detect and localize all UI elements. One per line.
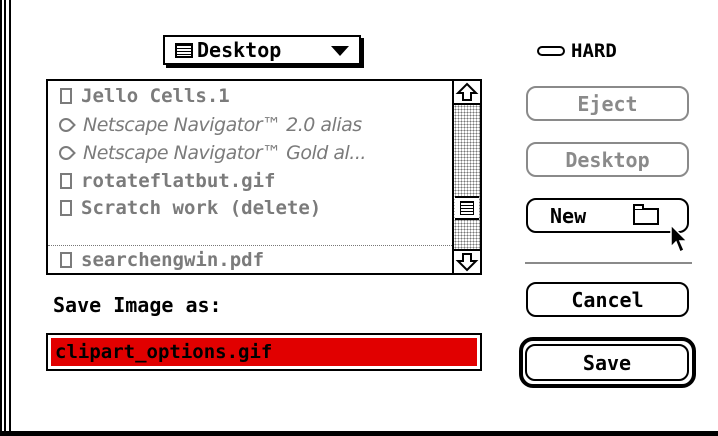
document-icon: [60, 252, 72, 268]
list-item[interactable]: Netscape Navigator™ 2.0 alias: [48, 112, 452, 138]
new-folder-label: New: [550, 203, 587, 228]
list-dotted-separator: [48, 245, 452, 246]
hard-disk-icon: [537, 46, 565, 56]
window-border: [0, 0, 14, 436]
save-as-label: Save Image as:: [53, 293, 222, 317]
window-bottom-border: [0, 431, 718, 436]
folder-icon: [633, 204, 659, 225]
list-item[interactable]: Netscape Navigator™ Gold al...: [48, 140, 452, 166]
list-item-name: Jello Cells.1: [81, 85, 230, 107]
list-item-name: searchengwin.pdf: [81, 249, 265, 271]
desktop-button[interactable]: Desktop: [526, 142, 689, 177]
application-alias-icon: [56, 115, 76, 135]
new-folder-button[interactable]: New: [526, 198, 689, 233]
file-list[interactable]: Jello Cells.1 Netscape Navigator™ 2.0 al…: [46, 79, 482, 275]
document-icon: [60, 88, 72, 104]
button-divider: [525, 262, 692, 264]
list-item-name: rotateflatbut.gif: [81, 170, 276, 192]
document-icon: [60, 200, 72, 216]
drive-name: HARD: [571, 40, 617, 62]
scroll-down-arrow-icon[interactable]: [454, 249, 480, 273]
save-button[interactable]: Save: [525, 344, 689, 381]
filename-field[interactable]: clipart_options.gif: [46, 333, 482, 371]
folder-popup-label: Desktop: [197, 38, 282, 62]
mouse-pointer-icon: [670, 223, 689, 254]
dropdown-triangle-icon: [331, 46, 349, 56]
document-icon: [60, 173, 72, 189]
drive-indicator: HARD: [537, 40, 617, 62]
list-item[interactable]: rotateflatbut.gif: [48, 168, 452, 194]
application-alias-icon: [56, 143, 76, 163]
list-item-name: Netscape Navigator™ Gold al...: [83, 142, 366, 164]
scroll-up-arrow-icon[interactable]: [454, 81, 480, 105]
list-item[interactable]: Jello Cells.1: [48, 83, 452, 109]
vertical-scrollbar[interactable]: [452, 81, 480, 273]
folder-popup-menu[interactable]: Desktop: [163, 35, 361, 65]
cancel-button[interactable]: Cancel: [526, 282, 689, 317]
list-item[interactable]: Scratch work (delete): [48, 195, 452, 221]
list-item[interactable]: searchengwin.pdf: [48, 247, 452, 273]
filename-value: clipart_options.gif: [51, 338, 477, 366]
list-item-name: Scratch work (delete): [81, 197, 322, 219]
list-item-name: Netscape Navigator™ 2.0 alias: [83, 114, 362, 136]
eject-button[interactable]: Eject: [526, 86, 689, 121]
desktop-icon: [175, 43, 193, 58]
scroll-thumb[interactable]: [455, 196, 479, 220]
